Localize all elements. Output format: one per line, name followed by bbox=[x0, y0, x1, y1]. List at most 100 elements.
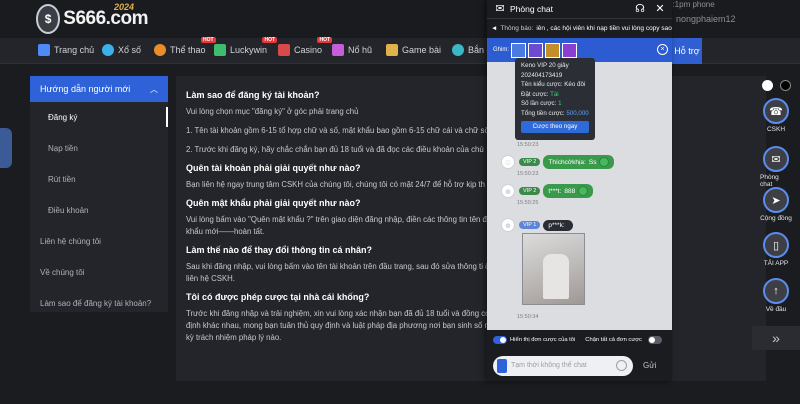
nav-casino[interactable]: Casino HOT bbox=[278, 37, 333, 56]
megaphone-icon: ◄ bbox=[491, 25, 498, 32]
download-app-button[interactable]: ▯ TẢI APP bbox=[760, 232, 792, 267]
bet-total-row: Tổng tiền cược: 500,000 bbox=[521, 109, 589, 119]
vip-badge: VIP 1 bbox=[519, 221, 541, 229]
message-time: 15:50:25 bbox=[517, 200, 539, 206]
nav-label: Casino bbox=[294, 45, 323, 55]
smiley-icon[interactable] bbox=[616, 359, 627, 371]
lottery-icon bbox=[102, 44, 114, 56]
avatar[interactable]: ☻ bbox=[501, 218, 515, 232]
phone-icon: ▯ bbox=[763, 232, 789, 258]
logo-badge: $ bbox=[36, 4, 61, 34]
show-my-bets-toggle[interactable] bbox=[493, 336, 507, 344]
emoji-icon bbox=[599, 157, 610, 167]
pinned-thumb[interactable] bbox=[528, 42, 544, 58]
nav-card-games[interactable]: Game bài bbox=[386, 44, 441, 56]
message-bubble: Thíchcờkhịa: Ss bbox=[543, 155, 615, 169]
message-time: 15:50:34 bbox=[517, 314, 539, 320]
chat-room-button[interactable]: ✉ Phòng chat bbox=[760, 146, 792, 188]
chat-toggles: Hiển thị đơn cược của tôi Chặn tất cả đơ… bbox=[487, 330, 672, 350]
help-content: Làm sao để đăng ký tài khoản? Vui lòng c… bbox=[176, 76, 766, 381]
slots-icon bbox=[332, 44, 344, 56]
sidebar-item-how-register[interactable]: Làm sao để đăng ký tài khoản? bbox=[30, 288, 168, 319]
nav-label: Xổ số bbox=[118, 45, 142, 55]
collapse-rail-button[interactable]: » bbox=[752, 326, 800, 350]
bet-card: Keno VIP 20 giây 202404173419 Tên kiểu c… bbox=[515, 58, 595, 140]
nav-luckywin[interactable]: Luckywin HOT bbox=[214, 37, 278, 56]
sidebar-section-newbie[interactable]: Hướng dẫn người mới ︿ bbox=[30, 76, 168, 102]
back-to-top-button[interactable]: ↑ Về đầu bbox=[760, 278, 792, 313]
message-text: 888 bbox=[564, 187, 576, 195]
bet-type-row: Tên kiểu cược: Kéo đôi bbox=[521, 80, 589, 90]
sidebar-item-register[interactable]: Đăng ký bbox=[30, 102, 168, 133]
back-to-top-label: Về đầu bbox=[765, 306, 787, 313]
nav-label: Thể thao bbox=[170, 45, 206, 55]
help-sidebar: Hướng dẫn người mới ︿ Đăng ký Nạp tiền Rú… bbox=[30, 76, 168, 312]
nav-label: Nổ hũ bbox=[348, 45, 373, 55]
community-button[interactable]: ➤ Cộng đồng bbox=[760, 187, 792, 222]
sidebar-item-about[interactable]: Về chúng tôi bbox=[30, 257, 168, 288]
pinned-thumb[interactable] bbox=[511, 42, 527, 58]
message-bubble: p***k: bbox=[543, 219, 573, 231]
show-my-bets-label: Hiển thị đơn cược của tôi bbox=[510, 337, 576, 343]
message-bubble: t***t: 888 bbox=[543, 184, 594, 198]
close-pinned-icon[interactable]: × bbox=[657, 44, 668, 55]
close-icon[interactable]: ✕ bbox=[654, 3, 666, 15]
chat-input-bar: Tạm thời không thể chat Gửi bbox=[487, 350, 672, 381]
headset-icon[interactable]: ☊ bbox=[634, 3, 646, 15]
bet-total-label: Tổng tiền cược: bbox=[521, 109, 565, 117]
follow-bet-button[interactable]: Cược theo ngay bbox=[521, 121, 589, 133]
chat-title: Phòng chat bbox=[510, 4, 554, 14]
telegram-icon: ➤ bbox=[763, 187, 789, 213]
message-time: 15:50:23 bbox=[517, 142, 539, 148]
sidebar-section-label: Hướng dẫn người mới bbox=[40, 84, 131, 94]
chevron-up-icon: ︿ bbox=[150, 85, 158, 94]
chat-input-placeholder: Tạm thời không thể chat bbox=[511, 362, 587, 369]
message-photo[interactable] bbox=[522, 233, 585, 305]
sidebar-item-deposit[interactable]: Nạp tiền bbox=[30, 133, 168, 164]
pinned-thumb[interactable] bbox=[562, 42, 578, 58]
hot-badge: HOT bbox=[262, 37, 278, 43]
cskh-button[interactable]: ☎ CSKH bbox=[760, 98, 792, 133]
pinned-thumb[interactable] bbox=[545, 42, 561, 58]
message-text: Ss bbox=[588, 158, 597, 166]
sender-name: t***t: bbox=[548, 187, 562, 195]
chat-input[interactable]: Tạm thời không thể chat bbox=[493, 355, 633, 376]
chat-panel: ✉ Phòng chat ☊ ✕ ◄ Thông báo: iên , các … bbox=[487, 0, 672, 381]
block-bets-toggle[interactable] bbox=[647, 336, 662, 344]
send-button[interactable]: Gửi bbox=[643, 361, 656, 370]
pinned-label: Ghim: bbox=[493, 47, 510, 53]
light-theme-dot[interactable] bbox=[762, 80, 773, 91]
nav-home[interactable]: Trang chủ bbox=[38, 44, 94, 56]
bet-value: Tài bbox=[550, 90, 559, 98]
sidebar-item-terms[interactable]: Điều khoản bbox=[30, 195, 168, 226]
chat-message: ☻ VIP 1 p***k: bbox=[501, 218, 573, 232]
bet-label: Đặt cược: bbox=[521, 90, 549, 98]
nav-sports[interactable]: Thể thao HOT bbox=[154, 37, 216, 56]
bet-count-value: 1 bbox=[558, 100, 562, 107]
top-bar: $ S666.com 2024 3:1pm phone nongphaiem12 bbox=[0, 0, 800, 38]
nav-label: Luckywin bbox=[230, 45, 268, 55]
chat-message: ☻ VIP 2 t***t: 888 bbox=[501, 184, 594, 198]
sidebar-item-withdraw[interactable]: Rút tiền bbox=[30, 164, 168, 195]
input-accent bbox=[497, 358, 507, 373]
avatar[interactable]: ☺ bbox=[501, 155, 515, 169]
username[interactable]: nongphaiem12 bbox=[676, 14, 736, 24]
message-time: 15:50:23 bbox=[517, 171, 539, 177]
block-bets-label: Chặn tất cả đơn cược bbox=[585, 337, 642, 343]
bet-count-row: Số lần cược: 1 bbox=[521, 99, 589, 109]
bet-count-label: Số lần cược: bbox=[521, 100, 557, 107]
nav-slots[interactable]: Nổ hũ bbox=[332, 44, 372, 56]
emoji-icon bbox=[578, 186, 589, 196]
side-float-logo[interactable] bbox=[0, 128, 12, 168]
bet-game: Keno VIP 20 giây bbox=[521, 62, 569, 69]
nav-lottery[interactable]: Xổ số bbox=[102, 44, 141, 56]
sidebar-item-contact[interactable]: Liên hệ chúng tôi bbox=[30, 226, 168, 257]
chat-icon: ✉ bbox=[763, 146, 789, 172]
chat-header: ✉ Phòng chat ☊ ✕ bbox=[487, 0, 672, 18]
dark-theme-dot[interactable] bbox=[780, 80, 791, 91]
chat-room-label: Phòng chat bbox=[760, 174, 779, 188]
avatar[interactable]: ☻ bbox=[501, 184, 515, 198]
support-nav-button[interactable]: Hỗ trợ bbox=[672, 38, 702, 64]
luckywin-icon bbox=[214, 44, 226, 56]
site-logo[interactable]: $ S666.com 2024 bbox=[36, 2, 148, 34]
